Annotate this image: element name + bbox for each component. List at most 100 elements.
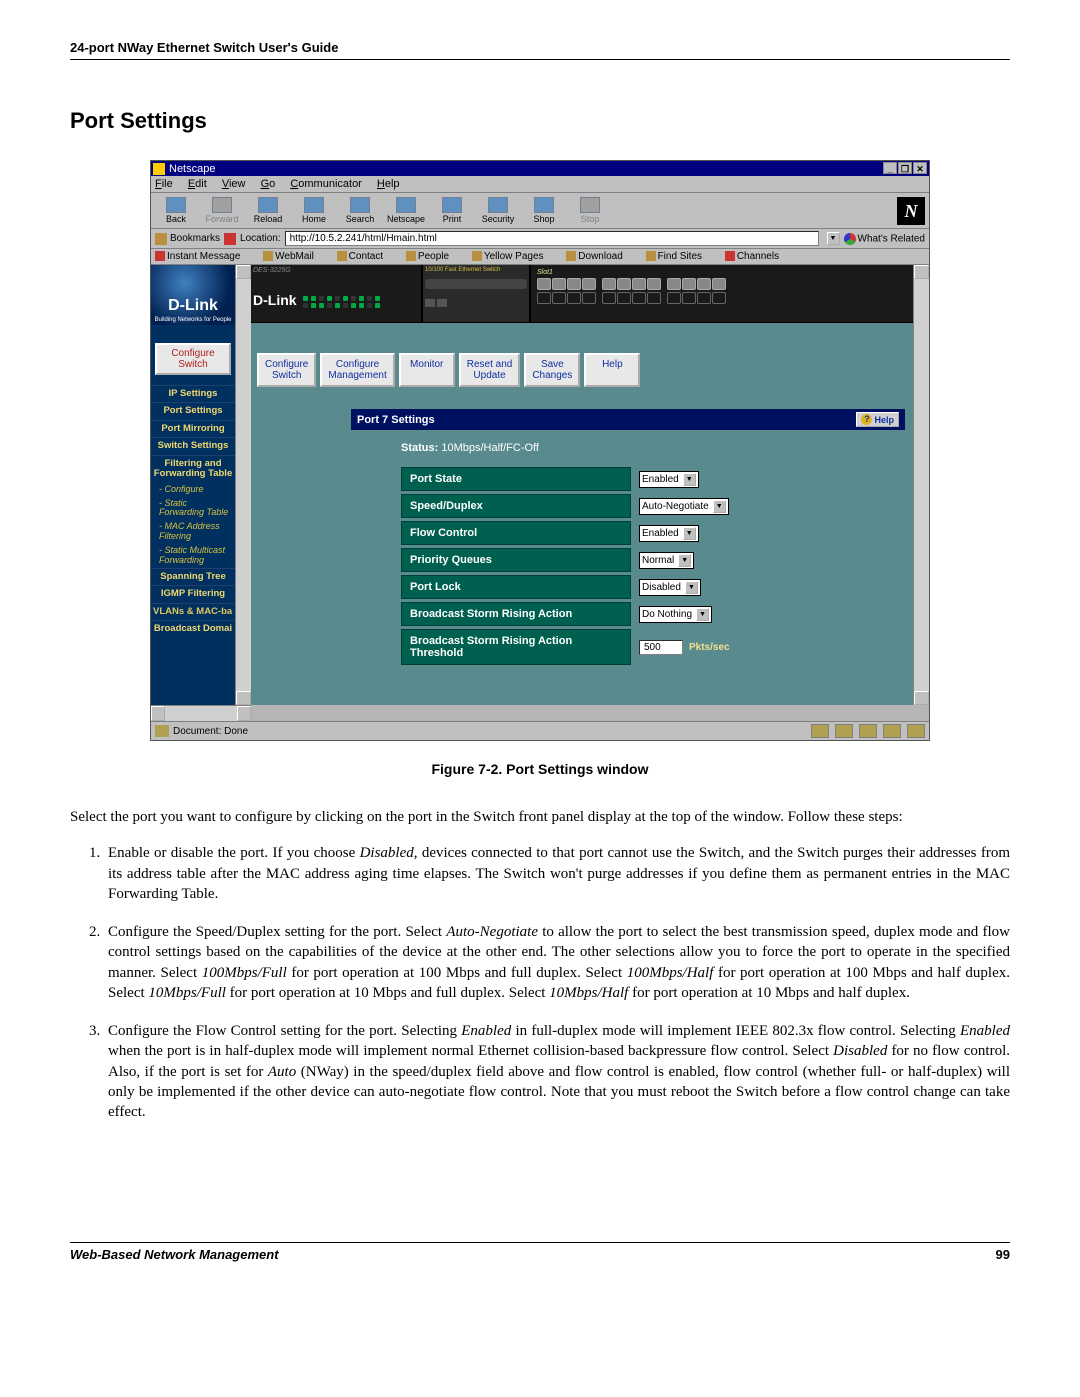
scroll-down-icon[interactable] — [914, 691, 929, 705]
sidebar-item-mirror[interactable]: Port Mirroring — [151, 420, 235, 437]
bookmarks-label[interactable]: Bookmarks — [170, 233, 220, 244]
nav-monitor[interactable]: Monitor — [399, 353, 455, 387]
status-icon-2[interactable] — [835, 724, 853, 738]
select-speed-duplex[interactable]: Auto-Negotiate▼ — [639, 498, 729, 515]
personal-findsites[interactable]: Find Sites — [646, 251, 712, 262]
status-icon-4[interactable] — [883, 724, 901, 738]
page-number: 99 — [996, 1247, 1010, 1262]
personal-yellow[interactable]: Yellow Pages — [472, 251, 554, 262]
menu-file[interactable]: File — [155, 178, 173, 190]
sidebar-sub-static-fwd[interactable]: Static Forwarding Table — [151, 497, 235, 521]
status-lock-icon — [155, 725, 169, 737]
unit-pkts: Pkts/sec — [689, 642, 730, 653]
menu-view[interactable]: View — [222, 178, 246, 190]
scroll-down-icon[interactable] — [236, 691, 251, 705]
chevron-down-icon[interactable]: ▼ — [678, 554, 691, 567]
whats-related[interactable]: What's Related — [844, 233, 926, 245]
dlink-tagline: Building Networks for People — [154, 317, 231, 325]
select-priority[interactable]: Normal▼ — [639, 552, 694, 569]
scroll-up-icon[interactable] — [236, 265, 251, 279]
menu-help[interactable]: Help — [377, 178, 400, 190]
scroll-right-icon[interactable] — [237, 706, 251, 721]
sidebar-sub-mac-filter[interactable]: MAC Address Filtering — [151, 520, 235, 544]
led-grid — [303, 296, 381, 308]
minimize-icon[interactable]: _ — [883, 162, 897, 174]
maximize-icon[interactable]: ❐ — [898, 162, 912, 174]
menu-bar[interactable]: File Edit View Go Communicator Help — [151, 176, 929, 193]
shop-button[interactable]: Shop — [521, 195, 567, 226]
reload-button[interactable]: Reload — [245, 195, 291, 226]
personal-instant[interactable]: Instant Message — [155, 251, 250, 262]
chevron-down-icon[interactable]: ▼ — [683, 473, 696, 486]
location-icon — [224, 233, 236, 245]
print-button[interactable]: Print — [429, 195, 475, 226]
home-button[interactable]: Home — [291, 195, 337, 226]
footer-left: Web-Based Network Management — [70, 1247, 279, 1262]
netscape-button[interactable]: Netscape — [383, 195, 429, 226]
sidebar-item-ip[interactable]: IP Settings — [151, 385, 235, 402]
personal-people[interactable]: People — [406, 251, 459, 262]
whats-related-icon — [844, 233, 856, 245]
chevron-down-icon[interactable]: ▼ — [696, 608, 709, 621]
back-button[interactable]: Back — [153, 195, 199, 226]
nav-configure-switch[interactable]: ConfigureSwitch — [257, 353, 316, 387]
nav-help[interactable]: Help — [584, 353, 640, 387]
url-dropdown-icon[interactable]: ▼ — [827, 232, 840, 245]
main-scrollbar[interactable] — [913, 265, 929, 705]
personal-webmail[interactable]: WebMail — [263, 251, 324, 262]
bookmarks-icon[interactable] — [155, 233, 167, 245]
device-header-label: 10/100 Fast Ethernet Switch — [425, 267, 527, 273]
window-titlebar: Netscape _❐✕ — [151, 161, 929, 176]
url-input[interactable]: http://10.5.2.241/html/Hmain.html — [285, 231, 819, 246]
sidebar-h-scrollbar[interactable] — [151, 705, 251, 721]
close-icon[interactable]: ✕ — [913, 162, 927, 174]
sidebar-item-port[interactable]: Port Settings — [151, 402, 235, 419]
personal-contact[interactable]: Contact — [337, 251, 393, 262]
sidebar-scrollbar[interactable] — [235, 265, 251, 705]
chevron-down-icon[interactable]: ▼ — [683, 527, 696, 540]
personal-download[interactable]: Download — [566, 251, 632, 262]
device-front-panel[interactable]: DES-3225G D-Link 10/100 Fast Ethernet Sw… — [251, 265, 913, 323]
dlink-logo: D-Link Building Networks for People — [151, 265, 235, 325]
status-text: Document: Done — [173, 726, 248, 737]
status-icon-5[interactable] — [907, 724, 925, 738]
menu-edit[interactable]: Edit — [188, 178, 207, 190]
search-button[interactable]: Search — [337, 195, 383, 226]
status-icon-1[interactable] — [811, 724, 829, 738]
row-speed-duplex: Speed/Duplex Auto-Negotiate▼ — [401, 494, 895, 518]
menu-communicator[interactable]: Communicator — [290, 178, 362, 190]
personal-channels[interactable]: Channels — [725, 251, 789, 262]
sidebar-item-broadcast[interactable]: Broadcast Domai — [151, 620, 235, 637]
chevron-down-icon[interactable]: ▼ — [685, 581, 698, 594]
sidebar-item-vlan[interactable]: VLANs & MAC-ba — [151, 603, 235, 620]
sidebar-item-filter[interactable]: Filtering and Forwarding Table — [151, 455, 235, 483]
scroll-left-icon[interactable] — [151, 706, 165, 721]
nav-save[interactable]: SaveChanges — [524, 353, 580, 387]
status-icon-3[interactable] — [859, 724, 877, 738]
sidebar-item-switch[interactable]: Switch Settings — [151, 437, 235, 454]
print-icon — [442, 197, 462, 213]
menu-go[interactable]: Go — [261, 178, 276, 190]
window-controls[interactable]: _❐✕ — [882, 162, 927, 175]
sidebar-item-spanning[interactable]: Spanning Tree — [151, 568, 235, 585]
select-port-lock[interactable]: Disabled▼ — [639, 579, 701, 596]
select-flow-control[interactable]: Enabled▼ — [639, 525, 699, 542]
panel-help-button[interactable]: ?Help — [856, 412, 899, 427]
label-storm-action: Broadcast Storm Rising Action — [401, 602, 631, 626]
nav-configure-mgmt[interactable]: ConfigureManagement — [320, 353, 394, 387]
download-icon — [566, 251, 576, 261]
device-ports[interactable]: Slot1 — [531, 265, 913, 322]
input-storm-threshold[interactable]: 500 — [639, 640, 683, 655]
nav-reset[interactable]: Reset andUpdate — [459, 353, 521, 387]
sidebar-configure-switch[interactable]: Configure Switch — [155, 343, 231, 375]
sidebar-sub-configure[interactable]: Configure — [151, 483, 235, 497]
select-port-state[interactable]: Enabled▼ — [639, 471, 699, 488]
scroll-up-icon[interactable] — [914, 265, 929, 279]
security-button[interactable]: Security — [475, 195, 521, 226]
security-icon — [488, 197, 508, 213]
page-footer: Web-Based Network Management 99 — [70, 1242, 1010, 1262]
select-storm-action[interactable]: Do Nothing▼ — [639, 606, 712, 623]
sidebar-item-igmp[interactable]: IGMP Filtering — [151, 585, 235, 602]
chevron-down-icon[interactable]: ▼ — [713, 500, 726, 513]
sidebar-sub-static-mc[interactable]: Static Multicast Forwarding — [151, 544, 235, 568]
